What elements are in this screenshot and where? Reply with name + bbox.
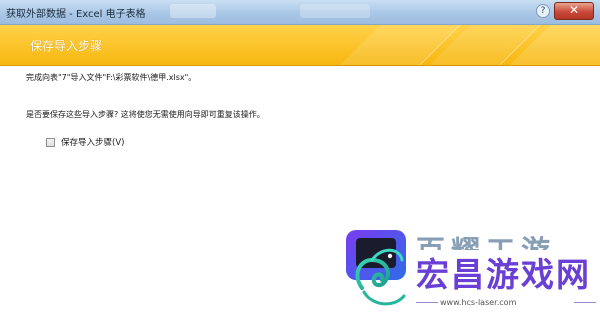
divider bbox=[416, 302, 438, 303]
title-bar[interactable]: 获取外部数据 - Excel 电子表格 ? ✕ bbox=[0, 0, 600, 25]
save-steps-question: 是否要保存这些导入步骤? 这将使您无需使用向导即可重复该操作。 bbox=[26, 110, 265, 119]
window-title: 获取外部数据 - Excel 电子表格 bbox=[6, 9, 146, 20]
header-decoration bbox=[340, 25, 600, 65]
dragon-logo-icon bbox=[346, 230, 406, 306]
watermark-brand-name: 宏昌游戏网 bbox=[416, 255, 591, 294]
save-steps-checkbox-label[interactable]: 保存导入步骤(V) bbox=[61, 136, 124, 148]
watermark-ghost-text: 百耀工游 bbox=[416, 228, 556, 250]
import-complete-message: 完成向表"7"导入文件"F:\彩票软件\德甲.xlsx"。 bbox=[26, 73, 197, 82]
step-header: 保存导入步骤 bbox=[0, 25, 600, 66]
save-steps-option[interactable]: 保存导入步骤(V) bbox=[46, 135, 124, 149]
save-steps-checkbox[interactable] bbox=[46, 137, 55, 147]
title-bar-blur bbox=[170, 4, 216, 18]
divider bbox=[574, 302, 596, 303]
title-bar-blur bbox=[300, 4, 370, 18]
close-button[interactable]: ✕ bbox=[554, 2, 594, 20]
step-title: 保存导入步骤 bbox=[30, 39, 103, 53]
watermark: 百耀工游 宏昌游戏网 www.hcs-laser.com bbox=[336, 216, 600, 315]
close-icon: ✕ bbox=[568, 3, 580, 17]
help-button[interactable]: ? bbox=[536, 4, 550, 18]
watermark-url: www.hcs-laser.com bbox=[440, 298, 517, 307]
import-dialog-window: 获取外部数据 - Excel 电子表格 ? ✕ 保存导入步骤 完成向表"7"导入… bbox=[0, 0, 600, 315]
